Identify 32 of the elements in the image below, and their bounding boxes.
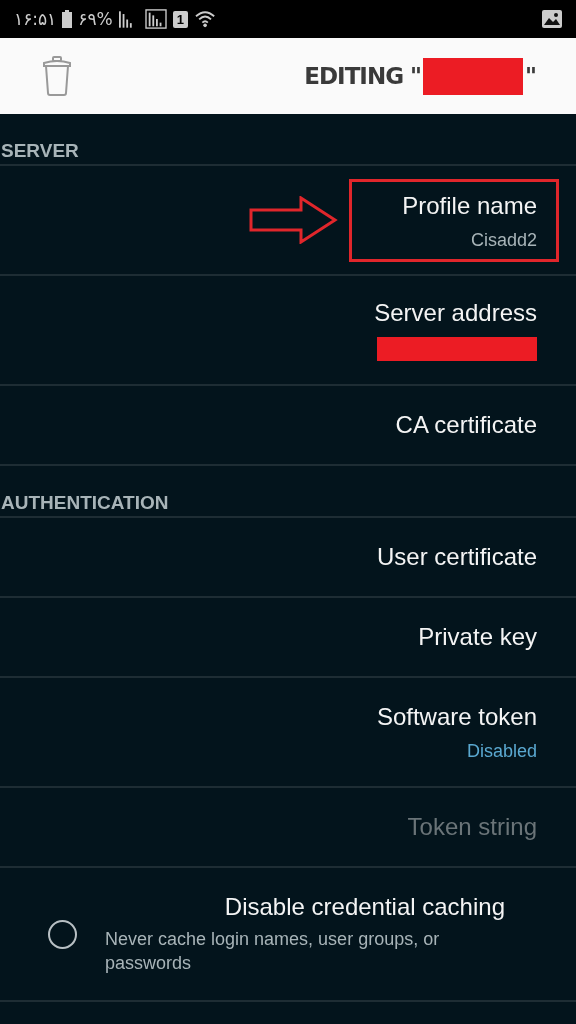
wifi-icon <box>193 9 218 29</box>
screen-title: EDITING " <box>304 63 421 89</box>
preference-row[interactable]: Server address <box>0 276 576 386</box>
preference-row[interactable]: Software token Disabled <box>0 678 576 788</box>
sim-badge: 1 <box>172 10 188 28</box>
signal-icon <box>144 9 167 29</box>
preference-value: Disabled <box>466 740 537 762</box>
preference-row[interactable]: CA certificate <box>0 386 576 466</box>
preference-title: CA certificate <box>395 411 537 439</box>
section-header: AUTHENTICATION <box>0 466 576 518</box>
preference-title: User certificate <box>376 543 537 571</box>
preference-summary: Never cache login names, user groups, or passwords <box>105 928 441 975</box>
battery-icon <box>62 10 73 28</box>
checkbox[interactable] <box>48 919 77 949</box>
trash-icon <box>42 56 72 96</box>
clock: ۱۶:۵۱ <box>14 9 57 29</box>
preference-row[interactable]: Profile name Cisadd2 <box>0 166 576 276</box>
preference-value: Cisadd2 <box>470 229 537 251</box>
preference-title: Server address <box>374 299 537 327</box>
preference-title: Disable credential caching <box>224 893 505 921</box>
battery-percentage: ۶۹% <box>78 9 113 29</box>
delete-button[interactable] <box>42 56 72 96</box>
preference-title: Private key <box>418 623 537 651</box>
image-icon <box>542 10 562 28</box>
preference-title: Token string <box>407 813 537 841</box>
screen-title: " <box>525 63 536 89</box>
section-header: SERVER <box>0 114 576 166</box>
preference-row[interactable]: Private key <box>0 598 576 678</box>
preference-title: Software token <box>376 702 537 731</box>
preference-title: Profile name <box>402 191 537 220</box>
preference-row[interactable]: User certificate <box>0 518 576 598</box>
preference-row[interactable]: Disable credential caching Never cache login names, user groups, or passwords <box>0 868 576 1002</box>
